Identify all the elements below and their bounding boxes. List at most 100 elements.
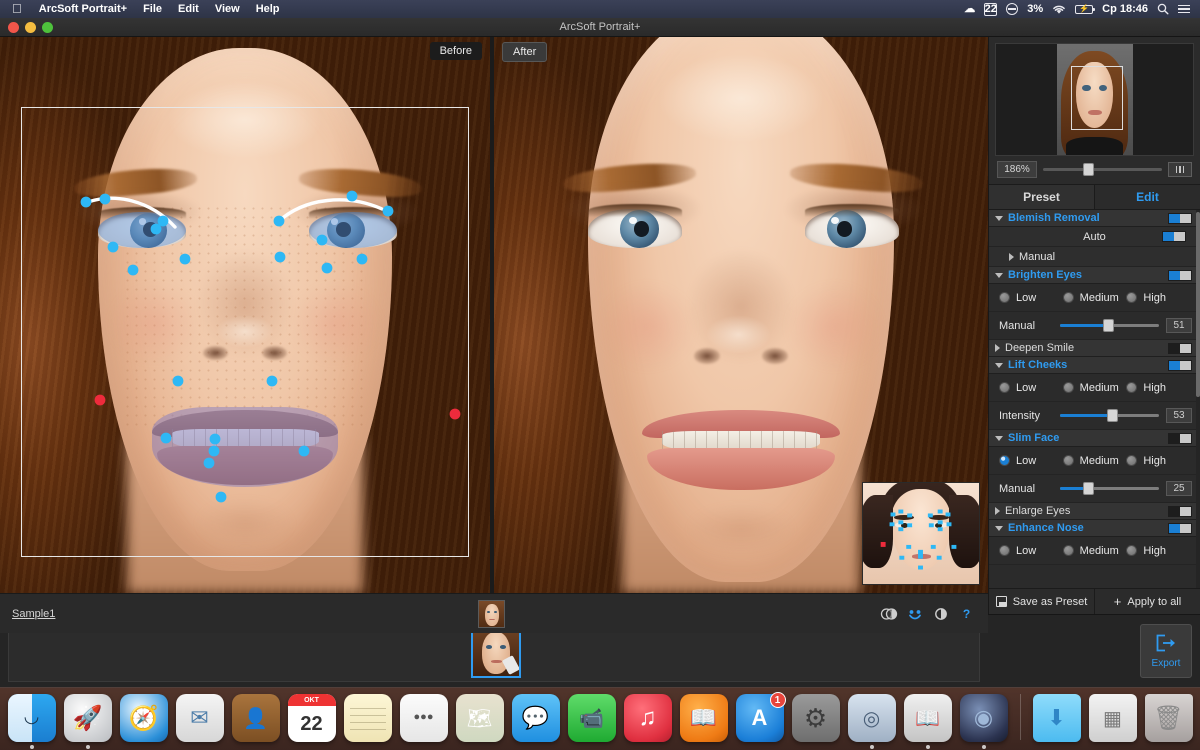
clock-label[interactable]: Cp 18:46 [1102,3,1148,15]
section-toggle[interactable] [1168,342,1192,354]
dock-item-dashboard[interactable]: ◎ [847,694,896,749]
dock-item-contacts[interactable]: 👤 [231,694,280,742]
navigator-crop-box[interactable] [1070,66,1123,130]
row-blemish-manual[interactable]: Manual [989,247,1200,267]
dock-item-preview[interactable]: ◉ [959,694,1008,749]
zoom-slider[interactable] [1043,163,1162,176]
zoom-percent-field[interactable]: 186% [997,161,1037,178]
radio-low[interactable]: Low [999,545,1063,557]
section-toggle[interactable] [1168,432,1192,444]
radio-medium[interactable]: Medium [1062,292,1127,304]
section-blemish-removal[interactable]: Blemish Removal [989,210,1200,227]
dock-item-dictionary[interactable]: 📖 [903,694,952,749]
dock-item-app-store[interactable]: A 1 [735,692,786,742]
options-scrollbar-thumb[interactable] [1196,212,1200,397]
section-slim-face[interactable]: Slim Face [989,430,1200,447]
radio-high[interactable]: High [1126,545,1190,557]
radio-high[interactable]: High [1126,382,1190,394]
chevron-down-icon[interactable] [995,362,1003,368]
chevron-right-icon[interactable] [995,507,1000,515]
chevron-down-icon[interactable] [995,215,1003,221]
zoom-slider-handle[interactable] [1083,163,1095,176]
section-toggle[interactable] [1168,505,1192,517]
search-icon[interactable] [1157,3,1169,15]
dock-item-calendar[interactable]: OKT 22 [287,694,336,742]
slider-value[interactable]: 53 [1166,408,1192,423]
slider-track[interactable] [1060,482,1159,495]
section-toggle[interactable] [1168,212,1192,224]
dock-item-itunes[interactable]: ♫ [623,694,672,742]
section-enhance-nose[interactable]: Enhance Nose [989,520,1200,537]
chevron-down-icon[interactable] [995,272,1003,278]
dock-item-reminders[interactable]: ●●● [399,694,448,742]
slider-handle[interactable] [1102,319,1114,332]
section-toggle[interactable] [1168,359,1192,371]
dock-item-launchpad[interactable]: 🚀 [63,694,112,749]
export-button[interactable]: Export [1140,624,1192,678]
menu-view[interactable]: View [207,3,248,15]
chevron-right-icon[interactable] [1009,252,1014,261]
dock-item-notes[interactable] [343,694,392,742]
slider-value[interactable]: 25 [1166,481,1192,496]
help-icon[interactable]: ? [957,604,976,623]
dock-item-system-preferences[interactable]: ⚙ [791,694,840,742]
status-thumbnail[interactable] [478,600,505,628]
radio-low[interactable]: Low [999,292,1063,304]
menu-help[interactable]: Help [248,3,288,15]
menu-app-name[interactable]: ArcSoft Portrait+ [31,3,135,15]
dock-item-maps[interactable]: 🗺 [455,694,504,742]
section-toggle[interactable] [1168,269,1192,281]
radio-medium[interactable]: Medium [1062,455,1127,467]
slider-handle[interactable] [1106,409,1118,422]
dock-item-mail[interactable]: ✉ [175,694,224,742]
fit-to-window-button[interactable] [1168,162,1192,177]
face-points-icon[interactable] [905,604,924,623]
dock-item-messages[interactable]: 💬 [511,694,560,742]
chevron-right-icon[interactable] [995,344,1000,352]
current-file-name[interactable]: Sample1 [12,608,55,620]
radio-low[interactable]: Low [999,455,1063,467]
apple-logo-icon[interactable]:  [6,2,31,17]
dock-item-safari[interactable]: 🧭 [119,694,168,742]
battery-icon[interactable]: ⚡ [1075,4,1096,14]
before-image-pane[interactable]: Before [0,37,490,593]
cloud-icon[interactable]: ☁ [964,3,975,15]
notification-center-icon[interactable] [1178,4,1190,14]
radio-high[interactable]: High [1126,455,1190,467]
slider-track[interactable] [1060,319,1159,332]
dock-item-ibooks[interactable]: 📖 [679,694,728,742]
radio-medium[interactable]: Medium [1062,545,1127,557]
dock-item-finder[interactable] [7,694,56,749]
dock-item-downloads-folder[interactable]: ⬇ [1032,694,1081,742]
menu-edit[interactable]: Edit [170,3,207,15]
dock-item-documents-stack[interactable]: ▦ [1088,694,1137,742]
save-as-preset-button[interactable]: Save as Preset [989,589,1095,614]
row-toggle[interactable] [1162,231,1186,242]
tab-edit[interactable]: Edit [1095,185,1200,209]
compare-toggle-icon[interactable] [879,604,898,623]
section-enlarge-eyes[interactable]: Enlarge Eyes [989,503,1200,520]
section-lift-cheeks[interactable]: Lift Cheeks [989,357,1200,374]
options-scrollbar[interactable] [1196,210,1200,588]
calendar-icon[interactable]: 22 [984,2,998,16]
navigator-preview[interactable] [995,43,1194,156]
reset-icon[interactable] [931,604,950,623]
slider-handle[interactable] [1082,482,1094,495]
radio-medium[interactable]: Medium [1062,382,1127,394]
after-image-pane[interactable]: After [494,37,988,593]
section-toggle[interactable] [1168,522,1192,534]
slider-track[interactable] [1060,409,1159,422]
dock-item-trash[interactable]: 🗑 [1144,694,1193,742]
row-blemish-auto[interactable]: Auto [989,227,1200,247]
slider-value[interactable]: 51 [1166,318,1192,333]
dock-item-facetime[interactable]: 📹 [567,694,616,742]
reference-face-thumbnail[interactable] [862,482,980,585]
menu-file[interactable]: File [135,3,170,15]
apply-to-all-button[interactable]: + Apply to all [1095,589,1200,614]
do-not-disturb-icon[interactable] [1006,3,1019,15]
tab-preset[interactable]: Preset [989,185,1095,209]
wifi-icon[interactable] [1052,4,1066,15]
section-brighten-eyes[interactable]: Brighten Eyes [989,267,1200,284]
radio-low[interactable]: Low [999,382,1063,394]
chevron-down-icon[interactable] [995,435,1003,441]
